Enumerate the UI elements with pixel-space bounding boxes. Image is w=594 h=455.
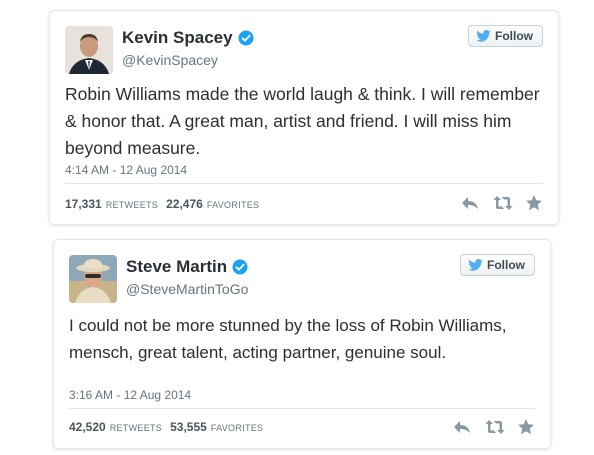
avatar[interactable] xyxy=(69,255,117,303)
retweet-count[interactable]: 17,331 xyxy=(65,197,102,211)
tweet-text: Robin Williams made the world laugh & th… xyxy=(65,84,540,158)
favorite-count[interactable]: 22,476 xyxy=(166,197,203,211)
verified-badge-icon xyxy=(238,30,254,46)
twitter-bird-icon xyxy=(468,259,483,271)
divider xyxy=(69,408,535,409)
reply-icon[interactable] xyxy=(461,194,479,212)
retweet-label: RETWEETS xyxy=(105,200,159,210)
retweet-icon[interactable] xyxy=(485,418,505,436)
twitter-bird-icon xyxy=(476,30,491,42)
tweet-card-kevin-spacey: Kevin Spacey @KevinSpacey Follow Robin W… xyxy=(49,10,559,225)
user-handle[interactable]: @KevinSpacey xyxy=(122,52,218,68)
tweet-card-steve-martin: Steve Martin @SteveMartinToGo Follow I c… xyxy=(53,239,551,449)
tweet-stats: 42,520 RETWEETS 53,555 FAVORITES xyxy=(69,420,271,434)
verified-badge-icon xyxy=(232,259,248,275)
tweet-timestamp[interactable]: 4:14 AM - 12 Aug 2014 xyxy=(65,163,187,177)
avatar[interactable] xyxy=(65,26,113,74)
follow-button[interactable]: Follow xyxy=(468,25,543,47)
display-name[interactable]: Steve Martin xyxy=(126,257,227,277)
favorite-label: FAVORITES xyxy=(210,423,264,433)
display-name[interactable]: Kevin Spacey xyxy=(122,28,233,48)
tweet-stats: 17,331 RETWEETS 22,476 FAVORITES xyxy=(65,197,267,211)
tweet-actions xyxy=(461,194,543,212)
follow-label: Follow xyxy=(487,258,525,272)
tweet-timestamp[interactable]: 3:16 AM - 12 Aug 2014 xyxy=(69,388,191,402)
follow-label: Follow xyxy=(495,29,533,43)
retweet-label: RETWEETS xyxy=(109,423,163,433)
retweet-icon[interactable] xyxy=(493,194,513,212)
tweet-actions xyxy=(453,418,535,436)
tweet-text: I could not be more stunned by the loss … xyxy=(69,316,507,362)
star-icon[interactable] xyxy=(517,418,535,436)
star-icon[interactable] xyxy=(525,194,543,212)
user-handle[interactable]: @SteveMartinToGo xyxy=(126,281,248,297)
divider xyxy=(65,183,543,184)
reply-icon[interactable] xyxy=(453,418,471,436)
follow-button[interactable]: Follow xyxy=(460,254,535,276)
retweet-count[interactable]: 42,520 xyxy=(69,420,106,434)
favorite-count[interactable]: 53,555 xyxy=(170,420,207,434)
favorite-label: FAVORITES xyxy=(206,200,260,210)
